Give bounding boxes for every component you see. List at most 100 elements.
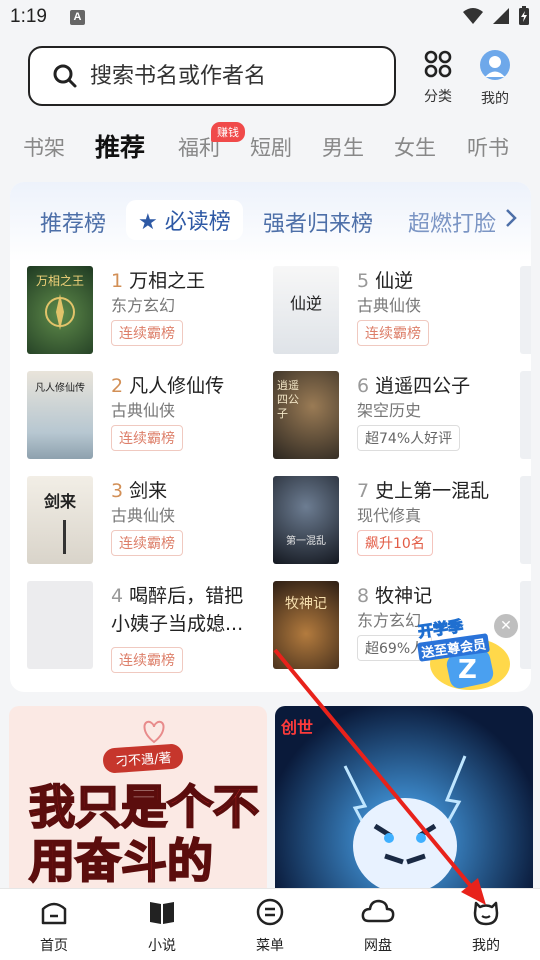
close-icon[interactable]: ✕ [494,614,518,638]
cover-title: 第一混乱 [286,536,326,547]
grid-icon [424,50,452,78]
nav-cloud[interactable]: 网盘 [348,897,408,955]
tab-female[interactable]: 女生 [394,132,436,162]
earn-badge: 赚钱 [211,122,245,142]
feed-title: 我只是个不用奋斗的 [28,779,260,889]
nav-cloud-label: 网盘 [364,938,392,954]
nav-home[interactable]: 首页 [24,897,84,955]
tab-bookshelf[interactable]: 书架 [23,132,65,162]
nav-home-label: 首页 [40,938,68,954]
book-genre: 古典仙侠 [357,296,422,315]
book-cover-peek [520,476,531,564]
book-tag: 连续霸榜 [357,320,429,346]
rank-tab-recommend[interactable]: 推荐榜 [40,206,106,238]
book-genre: 东方玄幻 [357,611,422,630]
notification-icon: A [70,10,85,25]
nav-menu[interactable]: 菜单 [240,897,300,955]
book-cover-peek [520,581,531,669]
cloud-icon [361,899,395,923]
book-cover: 第一混乱 [273,476,339,564]
nav-novel[interactable]: 小说 [132,897,192,955]
book-tag: 连续霸榜 [111,647,183,673]
status-time: 1:19 [10,6,47,27]
book-cover-peek [520,266,531,354]
signal-icon [493,8,509,24]
book-cover: 凡人修仙传 [27,371,93,459]
book-cover: 仙逆 [273,266,339,354]
feed-card-2[interactable]: 创世 [275,706,533,896]
book-item-7[interactable]: 第一混乱 7 史上第一混乱 现代修真 飙升10名 [273,476,513,568]
bottom-nav: 首页 小说 菜单 网盘 我的 [0,888,540,960]
cover-title: 剑来 [43,492,76,511]
book-title: 7 史上第一混乱 [357,480,490,502]
cover-title: 万相之王 [35,274,84,288]
book-genre: 古典仙侠 [111,401,176,420]
battery-icon [519,6,529,25]
book-title: 8 牧神记 [357,585,433,607]
book-genre: 古典仙侠 [111,506,176,525]
search-input[interactable] [90,63,380,89]
book-cover-placeholder [27,581,93,669]
cover-title: 仙逆 [289,294,322,313]
profile-label: 我的 [481,91,509,107]
book-item-6[interactable]: 逍遥四公子 6 逍遥四公子 架空历史 超74%人好评 [273,371,513,463]
book-cover: 牧神记 [273,581,339,669]
book-cover: 万相之王 [27,266,93,354]
avatar-icon [480,50,510,80]
book-title: 6 逍遥四公子 [357,375,471,397]
category-button[interactable]: 分类 [414,50,462,106]
tab-audiobook[interactable]: 听书 [467,132,509,162]
book-tag: 连续霸榜 [111,425,183,451]
rank-tab-burning[interactable]: 超燃打脸 [408,206,498,238]
book-item-4[interactable]: 4 喝醉后，错把 小姨子当成媳... 连续霸榜 [27,581,267,681]
category-label: 分类 [424,89,452,105]
profile-face-icon [473,901,499,926]
book-tag: 连续霸榜 [111,530,183,556]
book-title: 3 剑来 [111,480,168,502]
feed-author: 刁不遇/著 [102,743,185,774]
chevron-right-icon[interactable] [505,208,517,228]
book-cover: 逍遥四公子 [273,371,339,459]
book-cover: 剑来 [27,476,93,564]
svg-text:Z: Z [458,655,477,685]
tab-recommend[interactable]: 推荐 [95,128,145,164]
cover-title: 逍遥四公子 [277,379,299,420]
book-title: 4 喝醉后，错把 [111,585,244,607]
book-item-3[interactable]: 剑来 3 剑来 古典仙侠 连续霸榜 [27,476,267,568]
book-tag: 飙升10名 [357,530,433,556]
book-tag: 连续霸榜 [111,320,183,346]
nav-novel-label: 小说 [148,938,176,954]
book-item-2[interactable]: 凡人修仙传 2 凡人修仙传 古典仙侠 连续霸榜 [27,371,267,463]
menu-icon [256,898,284,926]
cover-title: 牧神记 [285,596,327,612]
feed-card-1[interactable]: 刁不遇/著 我只是个不用奋斗的 [9,706,267,896]
tab-male[interactable]: 男生 [322,132,364,162]
profile-button[interactable]: 我的 [471,50,519,108]
book-title: 5 仙逆 [357,270,414,292]
book-cover-peek [520,371,531,459]
status-icons [462,6,530,26]
rank-tab-must-read[interactable]: ★ 必读榜 [126,200,243,240]
tab-short-drama[interactable]: 短剧 [250,132,292,162]
nav-menu-label: 菜单 [256,938,284,954]
book-tag: 超74%人好评 [357,425,461,451]
book-item-1[interactable]: 万相之王 1 万相之王 东方玄幻 连续霸榜 [27,266,267,358]
rank-tab-strong-return[interactable]: 强者归来榜 [263,206,373,238]
book-title: 2 凡人修仙传 [111,375,225,397]
wifi-icon [463,8,483,24]
category-tabs: 书架 推荐 福利 短剧 男生 女生 听书 [0,120,540,174]
book-icon [150,902,174,924]
book-item-5[interactable]: 仙逆 5 仙逆 古典仙侠 连续霸榜 [273,266,513,358]
status-bar: 1:19 A [0,0,540,36]
book-genre: 现代修真 [357,506,422,525]
nav-mine-label: 我的 [472,938,500,954]
ranking-tabs: 推荐榜 ★ 必读榜 强者归来榜 超燃打脸 [10,182,531,262]
search-bar[interactable] [28,46,396,106]
nav-mine[interactable]: 我的 [456,897,516,955]
search-icon [53,64,77,88]
book-title: 1 万相之王 [111,270,206,292]
book-title-line2: 小姨子当成媳... [111,613,244,635]
home-icon [41,902,67,925]
cover-title: 凡人修仙传 [35,383,85,394]
book-genre: 架空历史 [357,401,422,420]
